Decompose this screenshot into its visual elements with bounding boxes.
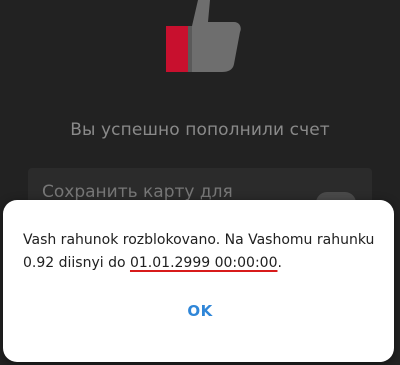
- expiry-date-highlight: 01.01.2999 00:00:00: [129, 255, 278, 271]
- save-card-label: Сохранить карту для: [42, 182, 233, 202]
- success-message: Вы успешно пополнили счет: [70, 120, 330, 140]
- ok-button[interactable]: OK: [173, 295, 227, 327]
- thumbs-up-icon: [166, 0, 241, 72]
- dialog-message-end: .: [277, 255, 282, 271]
- unlock-dialog: Vash rahunok rozblokovano. Na Vashomu ra…: [3, 200, 394, 362]
- dialog-message: Vash rahunok rozblokovano. Na Vashomu ra…: [23, 229, 383, 275]
